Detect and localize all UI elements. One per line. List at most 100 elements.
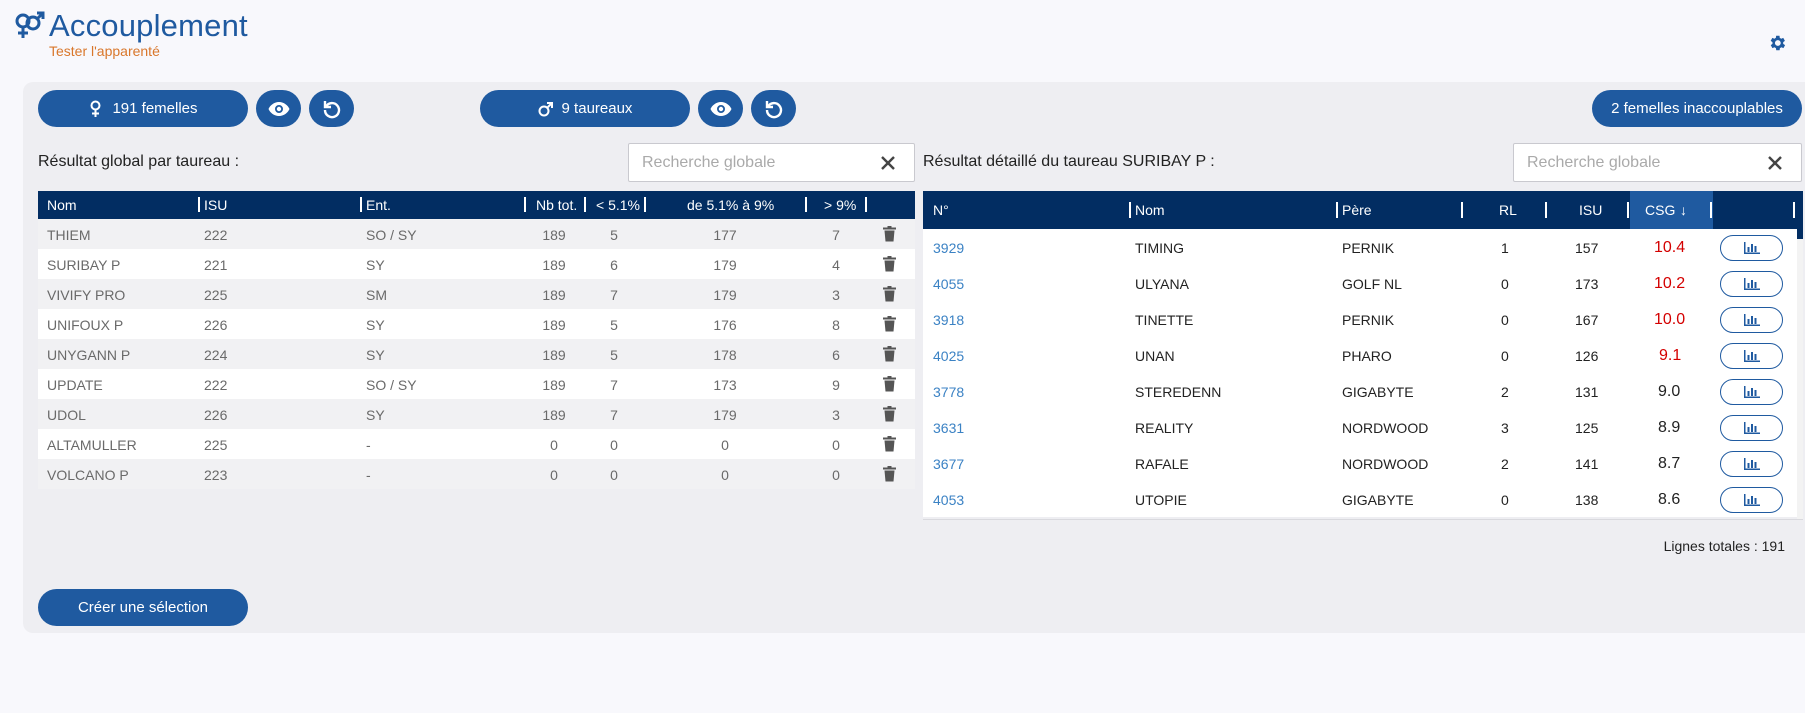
table-row[interactable]: UDOL 226 SY 189 7 179 3: [38, 399, 915, 429]
chart-button[interactable]: [1720, 235, 1783, 261]
cell-nom: UTOPIE: [1135, 492, 1187, 508]
reset-females-button[interactable]: [309, 90, 354, 127]
col-nb-tot[interactable]: Nb tot.: [536, 197, 577, 213]
table-row[interactable]: UNIFOUX P 226 SY 189 5 176 8: [38, 309, 915, 339]
cell-mid: 177: [713, 227, 737, 243]
right-search-input[interactable]: [1514, 153, 1766, 172]
cell-nb: 189: [542, 347, 566, 363]
chart-button[interactable]: [1720, 415, 1783, 441]
col-nom[interactable]: Nom: [1135, 202, 1165, 218]
cell-num-link[interactable]: 4053: [933, 492, 964, 508]
chart-button[interactable]: [1720, 379, 1783, 405]
table-row[interactable]: VIVIFY PRO 225 SM 189 7 179 3: [38, 279, 915, 309]
table-row[interactable]: UPDATE 222 SO / SY 189 7 173 9: [38, 369, 915, 399]
cell-num-link[interactable]: 3778: [933, 384, 964, 400]
table-row[interactable]: ALTAMULLER 225 - 0 0 0 0: [38, 429, 915, 459]
cell-isu: 226: [204, 407, 228, 423]
table-row[interactable]: 4025 UNAN PHARO 0 126 9.1: [923, 337, 1803, 373]
cell-mid: 173: [713, 377, 737, 393]
cell-rl: 0: [1501, 276, 1509, 292]
col-ent[interactable]: Ent.: [366, 197, 391, 213]
cell-csg: 10.2: [1654, 275, 1686, 292]
table-row[interactable]: SURIBAY P 221 SY 189 6 179 4: [38, 249, 915, 279]
cell-lt5: 5: [610, 227, 618, 243]
cell-num-link[interactable]: 3631: [933, 420, 964, 436]
col-nom[interactable]: Nom: [47, 197, 77, 213]
table-row[interactable]: 3778 STEREDENN GIGABYTE 2 131 9.0: [923, 373, 1803, 409]
close-icon[interactable]: [1766, 154, 1784, 172]
col-lt5[interactable]: < 5.1%: [596, 197, 640, 213]
cell-isu: 221: [204, 257, 228, 273]
scrollbar[interactable]: [1797, 229, 1803, 519]
cell-nom: THIEM: [47, 227, 91, 243]
table-row[interactable]: THIEM 222 SO / SY 189 5 177 7: [38, 219, 915, 249]
cell-ent: -: [366, 437, 371, 453]
cell-rl: 0: [1501, 348, 1509, 364]
table-row[interactable]: 3631 REALITY NORDWOOD 3 125 8.9: [923, 409, 1803, 445]
gear-icon[interactable]: [1767, 33, 1787, 53]
table-row[interactable]: 4055 ULYANA GOLF NL 0 173 10.2: [923, 265, 1803, 301]
table-row[interactable]: UNYGANN P 224 SY 189 5 178 6: [38, 339, 915, 369]
scrollbar-thumb[interactable]: [1797, 229, 1803, 239]
table-row[interactable]: 3918 TINETTE PERNIK 0 167 10.0: [923, 301, 1803, 337]
sort-desc-icon[interactable]: ↓: [1680, 202, 1687, 218]
trash-icon[interactable]: [883, 256, 896, 272]
cell-mid: 179: [713, 257, 737, 273]
trash-icon[interactable]: [883, 286, 896, 302]
col-rl[interactable]: RL: [1499, 202, 1517, 218]
cell-isu: 167: [1575, 312, 1599, 328]
cell-nom: ALTAMULLER: [47, 437, 137, 453]
left-search-input[interactable]: [629, 153, 879, 172]
trash-icon[interactable]: [883, 316, 896, 332]
trash-icon[interactable]: [883, 346, 896, 362]
col-mid[interactable]: de 5.1% à 9%: [687, 197, 774, 213]
cell-isu: 138: [1575, 492, 1599, 508]
col-num[interactable]: N°: [933, 202, 949, 218]
col-isu[interactable]: ISU: [1579, 202, 1602, 218]
cell-gt9: 6: [832, 347, 840, 363]
females-button[interactable]: 191 femelles: [38, 90, 248, 127]
create-selection-button[interactable]: Créer une sélection: [38, 589, 248, 626]
col-isu[interactable]: ISU: [204, 197, 227, 213]
col-gt9[interactable]: > 9%: [824, 197, 856, 213]
close-icon[interactable]: [879, 154, 897, 172]
cell-num-link[interactable]: 4055: [933, 276, 964, 292]
chart-button[interactable]: [1720, 271, 1783, 297]
cell-num-link[interactable]: 3929: [933, 240, 964, 256]
col-pere[interactable]: Père: [1342, 202, 1372, 218]
cell-nom: VIVIFY PRO: [47, 287, 126, 303]
cell-nom: SURIBAY P: [47, 257, 121, 273]
chart-button[interactable]: [1720, 343, 1783, 369]
cell-gt9: 9: [832, 377, 840, 393]
cell-num-link[interactable]: 4025: [933, 348, 964, 364]
cell-rl: 1: [1501, 240, 1509, 256]
cell-num-link[interactable]: 3677: [933, 456, 964, 472]
cell-nom: REALITY: [1135, 420, 1194, 436]
trash-icon[interactable]: [883, 376, 896, 392]
trash-icon[interactable]: [883, 436, 896, 452]
cell-csg: 9.1: [1659, 347, 1682, 364]
chart-button[interactable]: [1720, 487, 1783, 513]
bulls-button[interactable]: 9 taureaux: [480, 90, 690, 127]
col-csg[interactable]: CSG: [1645, 202, 1675, 218]
bar-chart-icon: [1743, 242, 1760, 254]
table-row[interactable]: 3677 RAFALE NORDWOOD 2 141 8.7: [923, 445, 1803, 481]
table-header: N° Nom Père RL ISU CSG ↓: [923, 191, 1803, 229]
left-search-box: [628, 143, 915, 182]
cell-mid: 176: [713, 317, 737, 333]
trash-icon[interactable]: [883, 406, 896, 422]
view-bulls-button[interactable]: [698, 90, 743, 127]
chart-button[interactable]: [1720, 307, 1783, 333]
trash-icon[interactable]: [883, 226, 896, 242]
cell-nom: STEREDENN: [1135, 384, 1222, 400]
view-females-button[interactable]: [256, 90, 301, 127]
table-row[interactable]: 3929 TIMING PERNIK 1 157 10.4: [923, 229, 1803, 265]
cell-num-link[interactable]: 3918: [933, 312, 964, 328]
unmatchable-females-button[interactable]: 2 femelles inaccouplables: [1592, 90, 1802, 127]
trash-icon[interactable]: [883, 466, 896, 482]
reset-bulls-button[interactable]: [751, 90, 796, 127]
table-row[interactable]: VOLCANO P 223 - 0 0 0 0: [38, 459, 915, 489]
cell-mid: 0: [721, 467, 729, 483]
table-row[interactable]: 4053 UTOPIE GIGABYTE 0 138 8.6: [923, 481, 1803, 517]
chart-button[interactable]: [1720, 451, 1783, 477]
